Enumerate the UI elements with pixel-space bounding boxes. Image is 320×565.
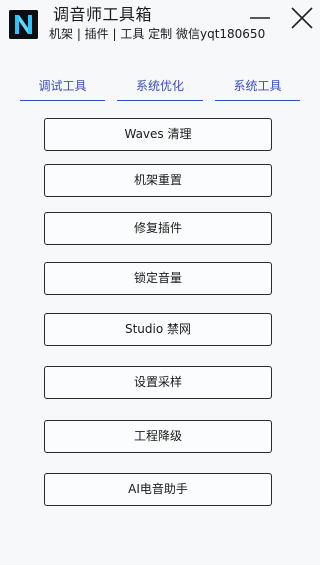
studio-block-network-button[interactable]: Studio 禁网 <box>44 313 272 346</box>
close-button[interactable] <box>290 6 314 30</box>
ai-electronic-assistant-button[interactable]: AI电音助手 <box>44 473 272 506</box>
minimize-button[interactable] <box>248 6 272 30</box>
repair-plugins-button[interactable]: 修复插件 <box>44 212 272 245</box>
project-downgrade-button[interactable]: 工程降级 <box>44 420 272 453</box>
minimize-icon <box>250 17 270 19</box>
app-subtitle: 机架 | 插件 | 工具 定制 微信yqt180650 <box>49 27 266 41</box>
app-logo-icon <box>9 10 38 39</box>
tab-bar: 调试工具 系统优化 系统工具 <box>0 74 319 102</box>
rack-reset-button[interactable]: 机架重置 <box>44 164 272 197</box>
app-title: 调音师工具箱 <box>53 5 153 24</box>
tab-system-tools[interactable]: 系统工具 <box>215 74 300 101</box>
lock-volume-button[interactable]: 锁定音量 <box>44 262 272 295</box>
waves-clean-button[interactable]: Waves 清理 <box>44 118 272 151</box>
set-sample-rate-button[interactable]: 设置采样 <box>44 366 272 399</box>
tab-system-optimize[interactable]: 系统优化 <box>117 74 203 101</box>
close-icon <box>291 7 313 29</box>
tab-debug-tools[interactable]: 调试工具 <box>20 74 105 101</box>
